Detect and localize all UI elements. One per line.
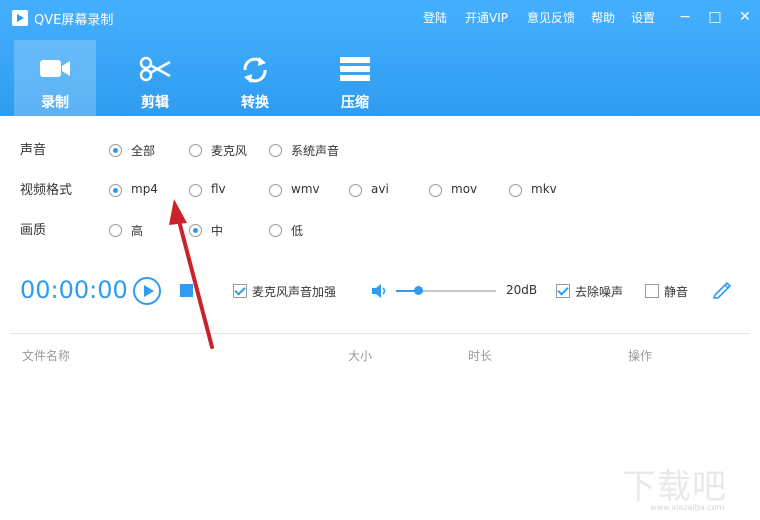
speaker-icon[interactable] xyxy=(371,282,389,300)
maximize-button[interactable]: □ xyxy=(706,8,724,26)
format-mkv-radio[interactable] xyxy=(509,184,522,197)
column-header-filename: 文件名称 xyxy=(22,349,71,363)
format-option: avi xyxy=(371,182,389,196)
annotation-arrow-icon xyxy=(169,199,214,349)
help-link[interactable]: 帮助 xyxy=(591,9,615,26)
quality-option: 高 xyxy=(131,224,144,238)
quality-low-radio[interactable] xyxy=(269,224,282,237)
format-option: wmv xyxy=(291,182,320,196)
column-header-size: 大小 xyxy=(348,349,373,363)
settings-link[interactable]: 设置 xyxy=(631,9,655,26)
column-header-actions: 操作 xyxy=(628,349,653,363)
mic-boost-label: 麦克风声音加强 xyxy=(252,285,337,299)
format-option: mp4 xyxy=(131,182,158,196)
record-timer: 00:00:00 xyxy=(20,276,128,304)
feedback-link[interactable]: 意见反馈 xyxy=(527,9,575,26)
minimize-icon: − xyxy=(679,9,691,25)
watermark-url: www.xiazaiba.com xyxy=(650,503,725,512)
mute-label: 静音 xyxy=(664,285,689,299)
denoise-checkbox[interactable] xyxy=(556,284,570,298)
tab-compress[interactable]: 压缩 xyxy=(314,40,396,116)
divider xyxy=(10,333,750,334)
tab-label: 录制 xyxy=(41,95,69,111)
format-avi-radio[interactable] xyxy=(349,184,362,197)
column-header-duration: 时长 xyxy=(468,349,493,363)
close-icon: ✕ xyxy=(739,9,751,25)
login-link[interactable]: 登陆 xyxy=(423,9,447,26)
sound-option: 系统声音 xyxy=(291,144,340,158)
sound-option: 全部 xyxy=(131,144,156,158)
refresh-icon xyxy=(243,57,267,83)
close-button[interactable]: ✕ xyxy=(736,8,754,26)
quality-label: 画质 xyxy=(20,223,47,238)
sound-all-radio[interactable] xyxy=(109,144,122,157)
mute-checkbox[interactable] xyxy=(645,284,659,298)
format-mov-radio[interactable] xyxy=(429,184,442,197)
maximize-icon: □ xyxy=(708,9,722,25)
format-option: mov xyxy=(451,182,478,196)
format-option: mkv xyxy=(531,182,557,196)
app-title: QVE屏幕录制 xyxy=(34,13,114,28)
tab-label: 压缩 xyxy=(341,95,369,111)
format-wmv-radio[interactable] xyxy=(269,184,282,197)
sound-option: 麦克风 xyxy=(211,144,248,158)
tab-record[interactable]: 录制 xyxy=(14,40,96,116)
tab-label: 转换 xyxy=(241,95,269,111)
camera-icon xyxy=(40,60,70,77)
watermark: 下载吧 xyxy=(622,467,727,507)
scissors-icon xyxy=(139,56,171,82)
sound-system-radio[interactable] xyxy=(269,144,282,157)
play-button[interactable] xyxy=(133,277,161,305)
format-label: 视频格式 xyxy=(20,183,73,198)
sound-label: 声音 xyxy=(20,143,47,158)
pencil-icon[interactable] xyxy=(712,279,734,299)
minimize-button[interactable]: − xyxy=(676,8,694,26)
tab-edit[interactable]: 剪辑 xyxy=(114,40,196,116)
vip-link[interactable]: 开通VIP xyxy=(465,9,508,26)
format-mp4-radio[interactable] xyxy=(109,184,122,197)
format-option: flv xyxy=(211,182,226,196)
quality-high-radio[interactable] xyxy=(109,224,122,237)
volume-slider-handle[interactable] xyxy=(414,286,423,295)
app-logo-icon xyxy=(12,10,28,26)
volume-value: 20dB xyxy=(506,283,538,297)
denoise-label: 去除噪声 xyxy=(575,285,624,299)
tab-label: 剪辑 xyxy=(141,95,169,111)
quality-option: 低 xyxy=(291,224,304,238)
sound-mic-radio[interactable] xyxy=(189,144,202,157)
tab-convert[interactable]: 转换 xyxy=(214,40,296,116)
mic-boost-checkbox[interactable] xyxy=(233,284,247,298)
compress-icon xyxy=(340,57,370,81)
